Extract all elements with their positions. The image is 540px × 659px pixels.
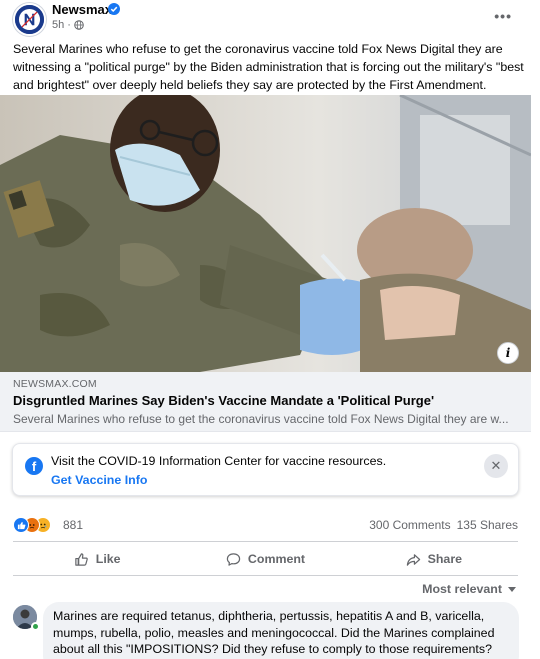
divider [13, 575, 518, 576]
newsmax-logo-icon [15, 5, 44, 34]
share-arrow-icon [406, 553, 420, 566]
meta-separator: · [67, 19, 71, 31]
close-icon[interactable]: ✕ [484, 454, 508, 478]
divider [13, 541, 518, 542]
comment-bubble: Marines are required tetanus, diphtheria… [43, 602, 519, 659]
link-description: Several Marines who refuse to get the co… [13, 412, 509, 426]
chevron-down-icon [508, 586, 516, 592]
info-icon[interactable]: i [497, 342, 519, 364]
globe-icon [74, 20, 84, 30]
verified-badge-icon [108, 3, 120, 15]
like-button[interactable]: Like [13, 544, 181, 574]
link-domain: NEWSMAX.COM [13, 378, 97, 390]
link-preview[interactable]: NEWSMAX.COM Disgruntled Marines Say Bide… [0, 372, 531, 432]
page-avatar[interactable] [13, 3, 46, 36]
post-photo[interactable]: i [0, 95, 531, 372]
reaction-summary[interactable] [13, 517, 61, 533]
comments-count[interactable]: 300 Comments [369, 518, 450, 532]
post-header: Newsmax 5h · ••• [0, 0, 540, 38]
comment-sort-dropdown[interactable]: Most relevant [422, 582, 516, 596]
comment-text: Marines are required tetanus, diphtheria… [53, 609, 495, 656]
online-status-indicator [31, 622, 40, 631]
post-stats: 881 300 Comments 135 Shares [0, 512, 540, 536]
vaccination-photo [0, 95, 531, 372]
post-time[interactable]: 5h [52, 19, 64, 31]
link-title[interactable]: Disgruntled Marines Say Biden's Vaccine … [13, 393, 434, 408]
get-vaccine-info-link[interactable]: Get Vaccine Info [51, 473, 147, 487]
post-meta: 5h · [52, 19, 84, 31]
covid-notice-text: Visit the COVID-19 Information Center fo… [51, 454, 387, 468]
sort-label: Most relevant [422, 582, 502, 596]
speech-bubble-icon [226, 552, 241, 566]
reaction-count[interactable]: 881 [63, 518, 83, 532]
post-body-text: Several Marines who refuse to get the co… [13, 42, 524, 92]
engagement-counts: 300 Comments 135 Shares [369, 518, 518, 532]
more-options-icon[interactable]: ••• [494, 8, 512, 24]
covid-info-notice: f Visit the COVID-19 Information Center … [12, 443, 519, 496]
comment-button[interactable]: Comment [181, 544, 349, 574]
page-name[interactable]: Newsmax [52, 2, 112, 17]
post-actions: Like Comment Share [13, 544, 518, 574]
share-label: Share [427, 552, 463, 566]
share-button[interactable]: Share [350, 544, 518, 574]
comment-label: Comment [247, 552, 306, 566]
like-label: Like [95, 552, 121, 566]
like-reaction-icon [13, 517, 29, 533]
thumbs-up-icon [75, 552, 88, 566]
shares-count[interactable]: 135 Shares [457, 518, 518, 532]
facebook-icon: f [25, 457, 43, 475]
